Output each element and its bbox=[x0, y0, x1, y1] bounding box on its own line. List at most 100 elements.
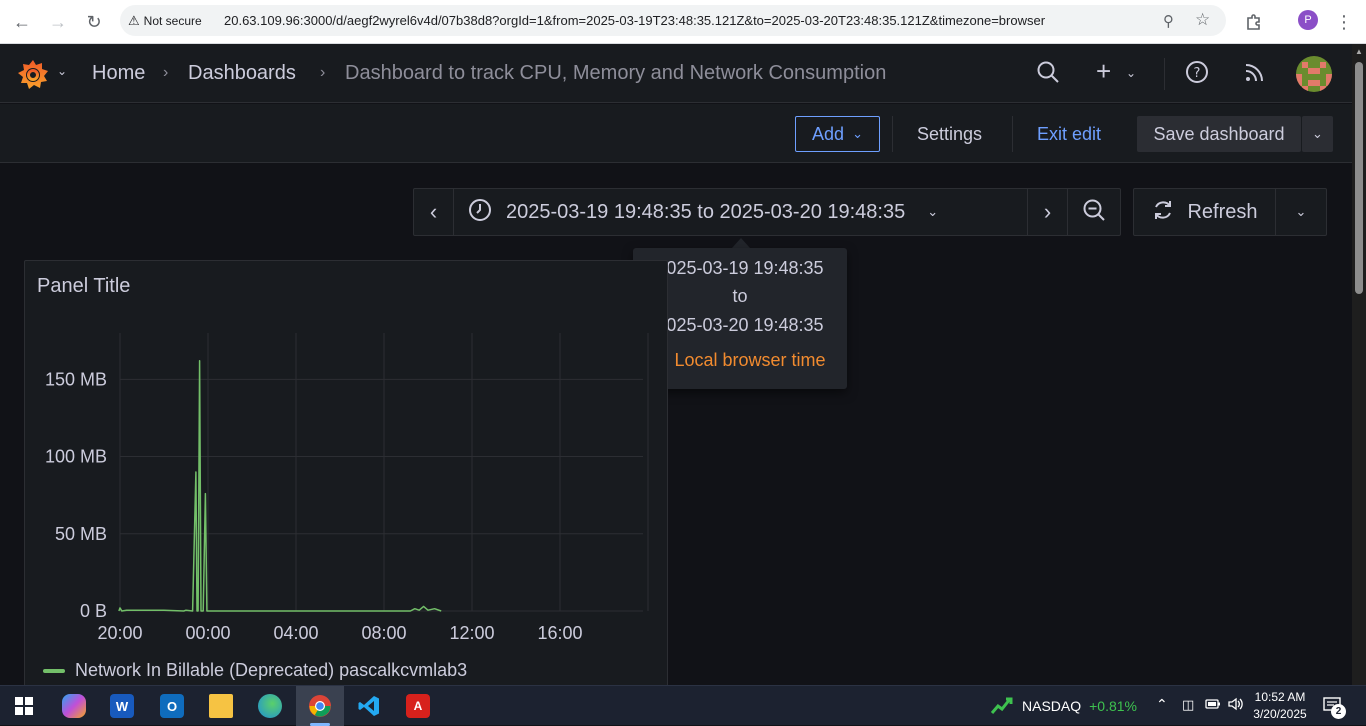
address-bar[interactable]: ⚠ Not secure 20.63.109.96:3000/d/aegf2wy… bbox=[120, 5, 1226, 36]
x-tick-label: 00:00 bbox=[185, 623, 230, 643]
refresh-label: Refresh bbox=[1187, 200, 1258, 223]
time-shift-forward-button[interactable]: › bbox=[1028, 189, 1068, 235]
dashboard-panel[interactable]: Panel Title 20:00 00:00 04:00 08:00 12:00 16:… bbox=[24, 260, 668, 690]
tooltip-timezone: Local browser time bbox=[674, 350, 826, 370]
save-dashboard-button[interactable]: Save dashboard bbox=[1137, 116, 1301, 152]
add-button[interactable]: Add ⌄ bbox=[795, 116, 880, 152]
windows-taskbar: W O A NASDAQ +0.81% ⌃ ◫ 10:52 AM 3/20/20… bbox=[0, 685, 1366, 726]
clock-date: 3/20/2025 bbox=[1253, 707, 1307, 721]
series-line bbox=[118, 360, 442, 612]
x-tick-label: 16:00 bbox=[537, 623, 582, 643]
edge-icon[interactable] bbox=[246, 686, 294, 726]
legend-label: Network In Billable (Deprecated) pascalk… bbox=[75, 660, 468, 680]
profile-avatar[interactable]: P bbox=[1298, 10, 1318, 30]
outlook-icon[interactable]: O bbox=[148, 686, 196, 726]
plus-icon[interactable]: + bbox=[1096, 56, 1111, 87]
taskbar-clock[interactable]: 10:52 AM 3/20/2025 bbox=[1250, 689, 1310, 723]
back-icon[interactable]: ← bbox=[8, 8, 36, 36]
warning-icon: ⚠ bbox=[128, 12, 140, 28]
timeseries-chart[interactable]: 20:00 00:00 04:00 08:00 12:00 16:00 0 B 50 MB 10… bbox=[25, 261, 668, 653]
chevron-down-icon: ⌄ bbox=[1295, 204, 1307, 219]
zoom-out-button[interactable] bbox=[1068, 189, 1120, 235]
svg-text:?: ? bbox=[1194, 66, 1201, 81]
chevron-down-icon: ⌄ bbox=[852, 126, 863, 141]
acrobat-icon[interactable]: A bbox=[394, 686, 442, 726]
help-icon[interactable]: ? bbox=[1185, 60, 1209, 90]
time-range-button[interactable]: 2025-03-19 19:48:35 to 2025-03-20 19:48:… bbox=[454, 189, 1028, 235]
zoom-out-icon bbox=[1082, 198, 1106, 227]
battery-icon[interactable] bbox=[1205, 696, 1221, 717]
rss-icon[interactable] bbox=[1243, 60, 1267, 90]
y-tick-label: 0 B bbox=[80, 601, 107, 621]
breadcrumb-current-dashboard: Dashboard to track CPU, Memory and Netwo… bbox=[345, 62, 887, 84]
exit-edit-button[interactable]: Exit edit bbox=[1025, 116, 1113, 152]
start-button[interactable] bbox=[0, 686, 48, 726]
legend-swatch bbox=[43, 668, 65, 673]
x-tick-label: 12:00 bbox=[449, 623, 494, 643]
meet-now-icon[interactable]: ◫ bbox=[1182, 697, 1194, 713]
scrollbar-thumb[interactable] bbox=[1355, 62, 1363, 294]
notification-center-button[interactable]: 2 bbox=[1322, 695, 1346, 719]
refresh-interval-button[interactable]: ⌄ bbox=[1276, 189, 1326, 235]
show-hidden-icons-icon[interactable]: ⌃ bbox=[1156, 696, 1168, 713]
vscode-icon[interactable] bbox=[345, 686, 393, 726]
volume-icon[interactable] bbox=[1227, 696, 1245, 717]
extensions-icon[interactable] bbox=[1240, 8, 1268, 36]
time-range-picker: ‹ 2025-03-19 19:48:35 to 2025-03-20 19:4… bbox=[413, 188, 1121, 236]
y-tick-label: 50 MB bbox=[55, 524, 107, 544]
stock-widget[interactable]: NASDAQ +0.81% bbox=[990, 686, 1137, 726]
x-tick-label: 04:00 bbox=[273, 623, 318, 643]
time-range-label: 2025-03-19 19:48:35 to 2025-03-20 19:48:… bbox=[506, 200, 906, 223]
refresh-button[interactable]: Refresh bbox=[1134, 189, 1276, 235]
notification-count-badge: 2 bbox=[1331, 704, 1346, 719]
dashboard-edit-toolbar: Add ⌄ Settings Exit edit Save dashboard … bbox=[0, 104, 1352, 163]
chevron-down-icon: ⌄ bbox=[927, 204, 939, 219]
chevron-left-icon: ‹ bbox=[429, 199, 438, 224]
refresh-picker: Refresh ⌄ bbox=[1133, 188, 1327, 236]
reload-icon[interactable]: ↻ bbox=[80, 8, 108, 36]
avatar[interactable] bbox=[1296, 56, 1332, 92]
chart-legend[interactable]: Network In Billable (Deprecated) pascalk… bbox=[43, 660, 467, 681]
bookmark-star-icon[interactable]: ☆ bbox=[1195, 10, 1210, 30]
save-options-button[interactable]: ⌄ bbox=[1302, 116, 1333, 152]
chevron-right-icon: › bbox=[163, 64, 169, 81]
chrome-icon[interactable] bbox=[296, 686, 344, 726]
toolbar-divider bbox=[1012, 116, 1013, 152]
stock-chart-icon bbox=[990, 695, 1014, 718]
chevron-down-icon[interactable]: ⌄ bbox=[1126, 66, 1136, 80]
settings-button[interactable]: Settings bbox=[905, 116, 994, 152]
search-icon[interactable] bbox=[1036, 60, 1060, 90]
zoom-icon[interactable]: ⚲ bbox=[1163, 12, 1174, 30]
breadcrumb-home[interactable]: Home bbox=[92, 62, 145, 85]
page-scrollbar[interactable]: ▲ bbox=[1352, 44, 1366, 685]
word-icon[interactable]: W bbox=[98, 686, 146, 726]
clock-icon bbox=[468, 198, 492, 227]
nav-divider bbox=[1164, 58, 1165, 90]
grafana-logo-icon[interactable] bbox=[16, 58, 50, 92]
copilot-icon[interactable] bbox=[50, 686, 98, 726]
stock-name: NASDAQ bbox=[1022, 698, 1082, 714]
y-tick-label: 150 MB bbox=[45, 369, 107, 389]
chevron-right-icon: › bbox=[1043, 199, 1052, 224]
url-text[interactable]: 20.63.109.96:3000/d/aegf2wyrel6v4d/07b38… bbox=[224, 13, 1045, 28]
y-tick-label: 100 MB bbox=[45, 447, 107, 467]
add-button-label: Add bbox=[812, 123, 845, 144]
file-explorer-icon[interactable] bbox=[197, 686, 245, 726]
chevron-right-icon: › bbox=[320, 64, 326, 81]
grafana-top-nav: ⌄ Home › Dashboards › Dashboard to track… bbox=[0, 44, 1352, 103]
scroll-up-icon[interactable]: ▲ bbox=[1355, 47, 1363, 56]
security-chip[interactable]: ⚠ Not secure bbox=[128, 10, 202, 31]
chevron-down-icon: ⌄ bbox=[1312, 126, 1323, 141]
forward-icon[interactable]: → bbox=[44, 8, 72, 36]
chevron-down-icon[interactable]: ⌄ bbox=[57, 64, 67, 78]
tooltip-arrow bbox=[732, 238, 750, 248]
refresh-icon bbox=[1151, 198, 1175, 227]
browser-toolbar: ← → ↻ ⚠ Not secure 20.63.109.96:3000/d/a… bbox=[0, 0, 1366, 44]
security-label: Not secure bbox=[143, 13, 202, 28]
browser-menu-icon[interactable]: ⋮ bbox=[1330, 8, 1358, 36]
breadcrumb-dashboards[interactable]: Dashboards bbox=[188, 62, 296, 85]
x-tick-label: 08:00 bbox=[361, 623, 406, 643]
time-shift-back-button[interactable]: ‹ bbox=[414, 189, 454, 235]
clock-time: 10:52 AM bbox=[1254, 690, 1306, 704]
x-tick-label: 20:00 bbox=[97, 623, 142, 643]
